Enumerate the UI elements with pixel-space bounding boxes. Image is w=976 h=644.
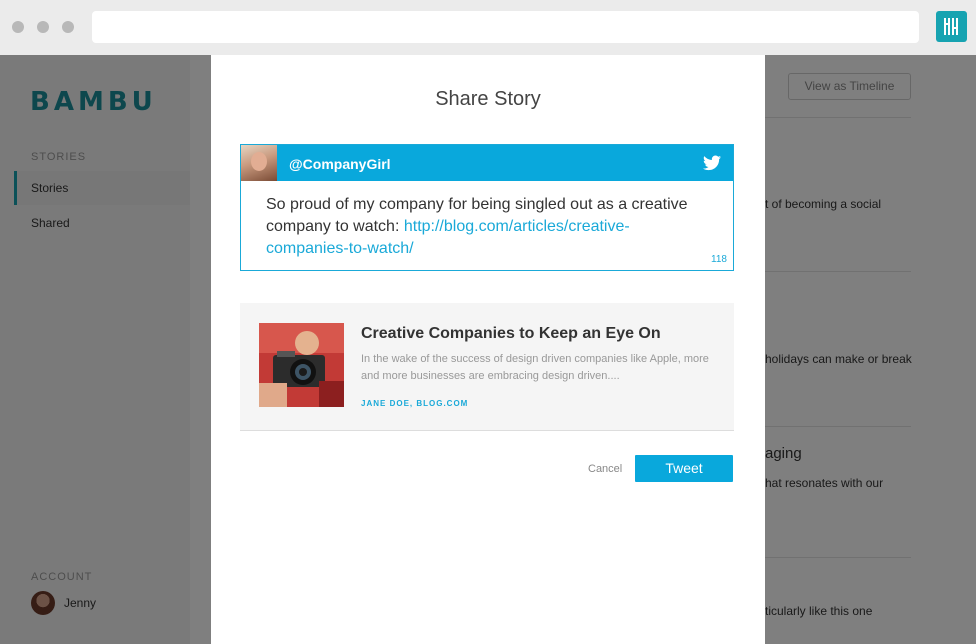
modal-title: Share Story (435, 88, 541, 110)
character-count: 118 (711, 254, 727, 265)
avatar (241, 145, 277, 181)
window-close-dot[interactable] (12, 21, 24, 33)
tweet-header: @CompanyGirl (241, 145, 733, 181)
cancel-button[interactable]: Cancel (588, 463, 622, 475)
twitter-bird-icon (703, 155, 721, 171)
share-story-modal: Share Story @CompanyGirl So proud of my … (211, 55, 765, 644)
article-byline: JANE DOE, BLOG.COM (361, 399, 469, 408)
twitter-handle: @CompanyGirl (289, 156, 391, 172)
link-preview-card[interactable]: Creative Companies to Keep an Eye On In … (240, 303, 734, 431)
window-zoom-dot[interactable] (62, 21, 74, 33)
tweet-composer[interactable]: @CompanyGirl So proud of my company for … (240, 144, 734, 271)
tweet-text[interactable]: So proud of my company for being singled… (266, 194, 706, 260)
window-minimize-dot[interactable] (37, 21, 49, 33)
tweet-button[interactable]: Tweet (635, 455, 733, 482)
article-thumbnail (259, 323, 344, 407)
browser-toolbar (0, 0, 976, 55)
article-title[interactable]: Creative Companies to Keep an Eye On (361, 325, 661, 343)
article-description: In the wake of the success of design dri… (361, 353, 709, 382)
address-bar[interactable] (92, 11, 919, 43)
bambu-extension-icon[interactable] (936, 11, 967, 42)
